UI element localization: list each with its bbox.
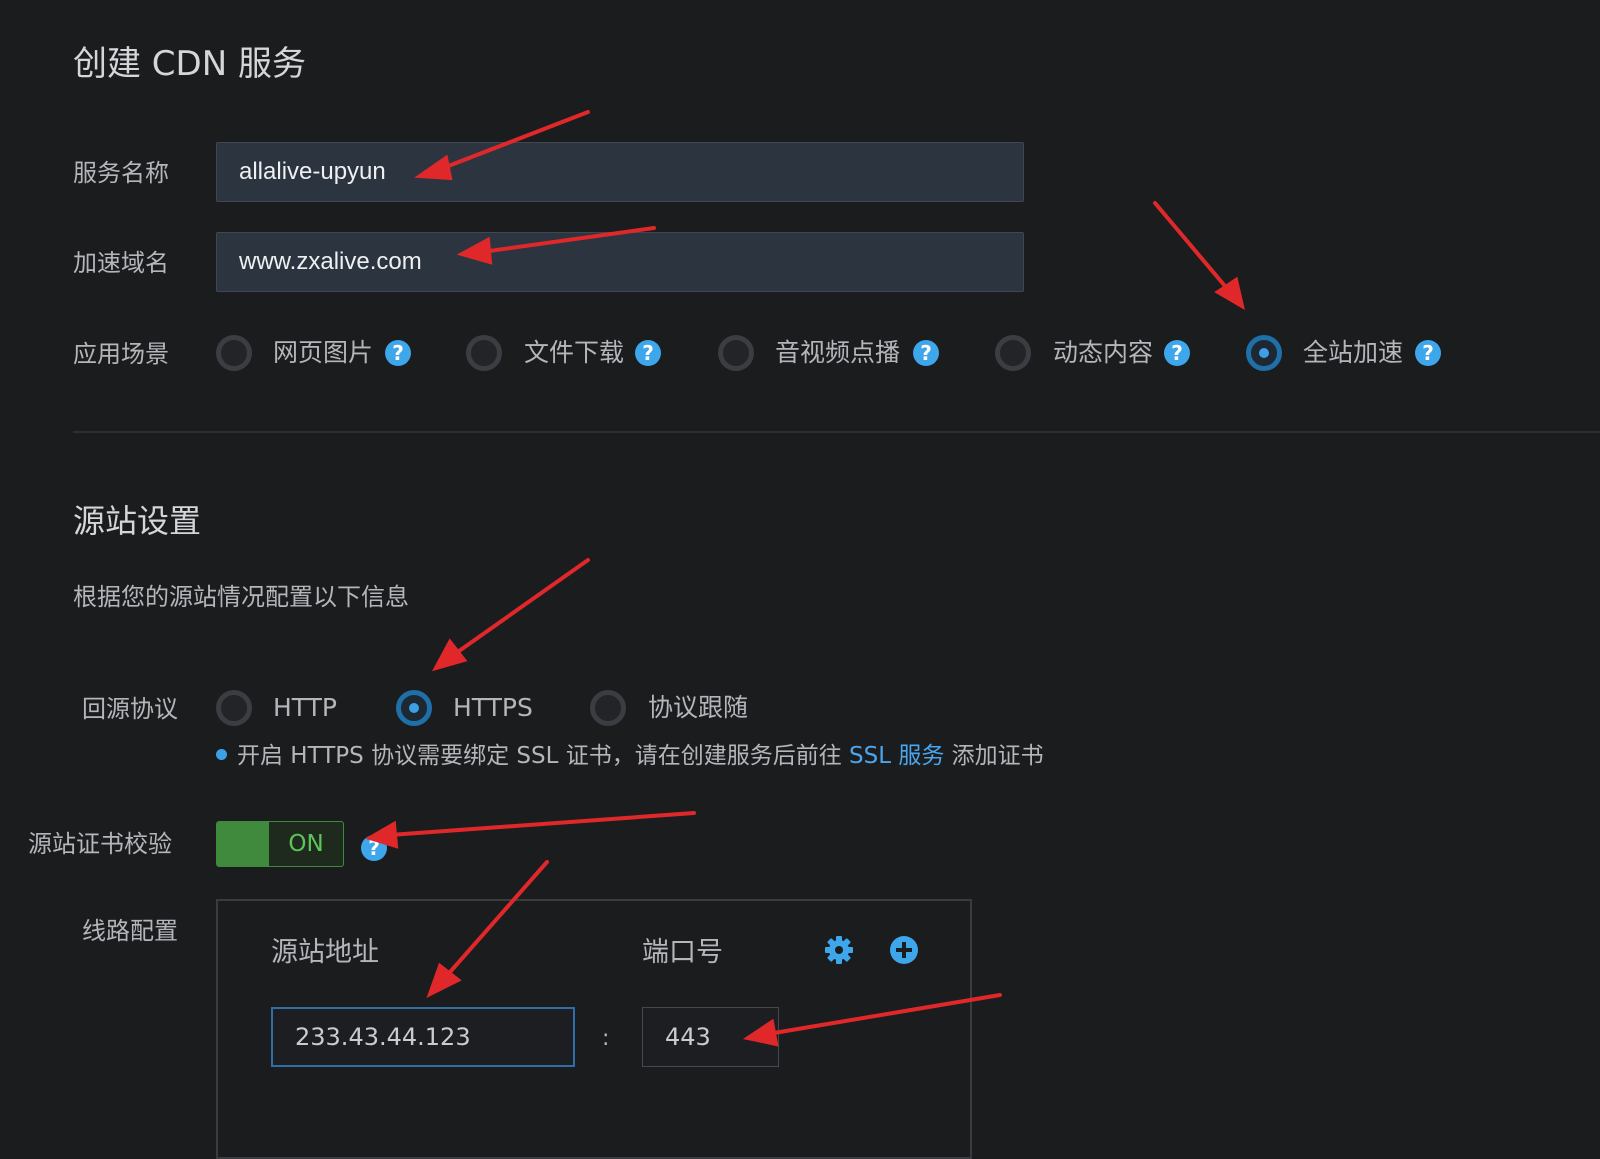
scene-label-whole-site: 全站加速 [1303, 338, 1404, 367]
scene-label-file-download: 文件下载 [524, 338, 625, 367]
bullet-dot [216, 749, 227, 760]
protocol-label-follow: 协议跟随 [648, 693, 749, 722]
protocol-label-http: HTTP [273, 693, 337, 722]
address-header: 源站地址 [271, 937, 379, 968]
service-name-label: 服务名称 [73, 159, 169, 187]
help-icon[interactable]: ? [913, 340, 939, 366]
plus-circle-icon[interactable] [889, 935, 919, 965]
gear-icon[interactable] [824, 935, 854, 965]
arrowhead [431, 638, 468, 672]
scene-label-dynamic-content: 动态内容 [1053, 338, 1154, 367]
scene-label-video-on-demand: 音视频点播 [775, 338, 901, 367]
protocol-label: 回源协议 [82, 695, 178, 723]
radio-https[interactable] [396, 690, 432, 726]
help-icon[interactable]: ? [385, 340, 411, 366]
help-icon[interactable]: ? [361, 835, 387, 861]
note-prefix: 开启 HTTPS 协议需要绑定 SSL 证书，请在创建服务后前往 [237, 743, 842, 769]
radio-whole-site[interactable] [1246, 335, 1282, 371]
port-header: 端口号 [642, 937, 723, 968]
route-config-panel: 源站地址 端口号 233.43.44.123 : 443 [216, 899, 972, 1159]
route-config-label: 线路配置 [82, 917, 178, 945]
help-icon[interactable]: ? [1164, 340, 1190, 366]
arrowhead [1214, 276, 1245, 311]
arrow-to-cert-check [388, 811, 696, 837]
origin-port-input[interactable]: 443 [642, 1007, 779, 1067]
radio-protocol-follow[interactable] [590, 690, 626, 726]
arrow-to-whole-site [1153, 201, 1232, 294]
arrow-to-https [450, 558, 590, 658]
ssl-service-link[interactable]: SSL 服务 [849, 743, 944, 769]
note-suffix: 添加证书 [951, 743, 1044, 769]
cert-check-toggle[interactable]: ON [216, 821, 344, 867]
radio-web-image[interactable] [216, 335, 252, 371]
origin-section-desc: 根据您的源站情况配置以下信息 [73, 583, 409, 611]
toggle-state: ON [288, 831, 324, 857]
radio-http[interactable] [216, 690, 252, 726]
radio-file-download[interactable] [466, 335, 502, 371]
radio-video-on-demand[interactable] [718, 335, 754, 371]
section-divider [73, 431, 1600, 433]
scene-label: 应用场景 [73, 340, 169, 368]
page-title: 创建 CDN 服务 [73, 44, 306, 84]
help-icon[interactable]: ? [635, 340, 661, 366]
address-port-separator: : [602, 1026, 610, 1051]
origin-address-input[interactable]: 233.43.44.123 [271, 1007, 575, 1067]
cert-check-label: 源站证书校验 [28, 830, 172, 858]
https-note: 开启 HTTPS 协议需要绑定 SSL 证书，请在创建服务后前往 SSL 服务 … [216, 740, 1044, 772]
domain-input[interactable]: www.zxalive.com [216, 232, 1024, 292]
origin-section-title: 源站设置 [73, 502, 202, 540]
scene-label-web-image: 网页图片 [273, 338, 374, 367]
radio-dynamic-content[interactable] [995, 335, 1031, 371]
service-name-input[interactable]: allalive-upyun [216, 142, 1024, 202]
protocol-label-https: HTTPS [453, 693, 533, 722]
toggle-knob [217, 822, 269, 866]
help-icon[interactable]: ? [1415, 340, 1441, 366]
domain-label: 加速域名 [73, 249, 169, 277]
